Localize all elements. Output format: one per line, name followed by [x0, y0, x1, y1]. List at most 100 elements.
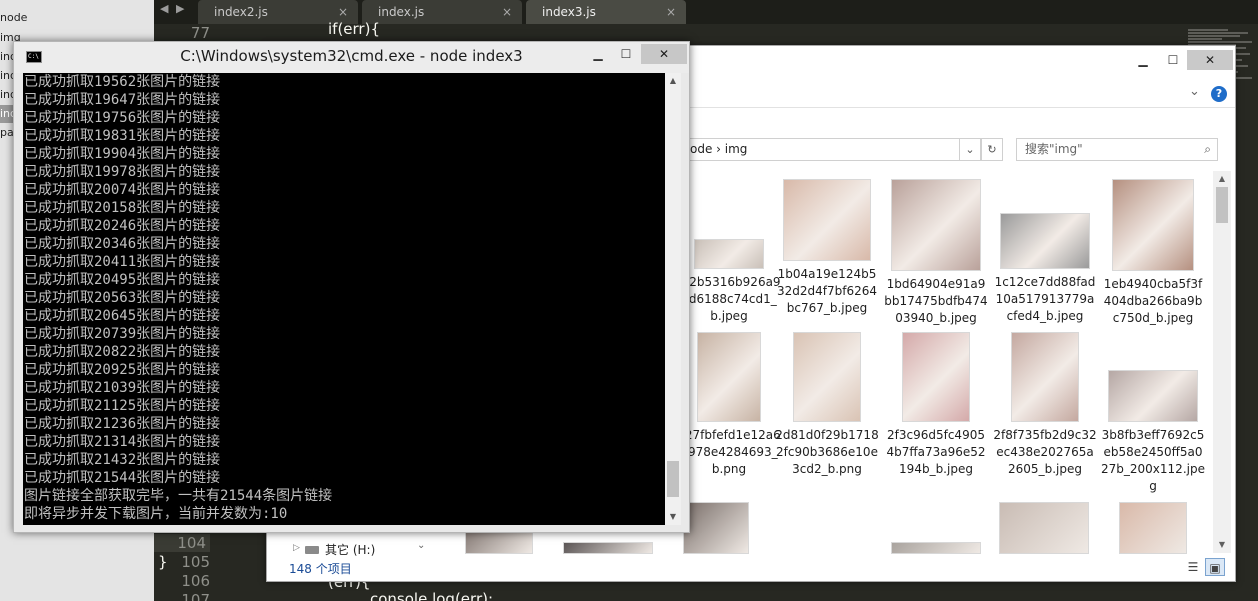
explorer-scrollbar[interactable]: ▲ ▼	[1213, 171, 1231, 553]
file-thumbnail	[1000, 213, 1090, 269]
file-thumbnail	[783, 179, 871, 261]
console-line: 已成功抓取20739张图片的链接	[24, 326, 221, 342]
search-input[interactable]: 搜索"img" ⌕	[1016, 138, 1218, 161]
console-line: 已成功抓取19831张图片的链接	[24, 128, 221, 144]
file-name: 1c12ce7dd88fad10a517913779acfed4_b.jpeg	[994, 275, 1096, 323]
console-line: 图片链接全部获取完毕，一共有21544条图片链接	[24, 488, 333, 504]
file-thumbnail	[1108, 370, 1198, 422]
file-thumbnail	[891, 179, 981, 271]
line-number: 104	[154, 534, 210, 552]
console-line: 已成功抓取21432张图片的链接	[24, 452, 221, 468]
scroll-down-icon[interactable]: ▼	[1213, 537, 1231, 553]
file-thumbnail[interactable]	[891, 542, 981, 554]
tab-index[interactable]: index.js ×	[362, 0, 522, 24]
cmd-window: C:\ C:\Windows\system32\cmd.exe - node i…	[13, 41, 690, 533]
scroll-thumb[interactable]	[1216, 187, 1228, 223]
console-line: 已成功抓取19562张图片的链接	[24, 74, 221, 90]
console-line: 已成功抓取19647张图片的链接	[24, 92, 221, 108]
console-line: 已成功抓取20563张图片的链接	[24, 290, 221, 306]
file-thumbnail	[694, 239, 764, 269]
help-icon[interactable]: ?	[1211, 86, 1227, 102]
console-line: 已成功抓取20074张图片的链接	[24, 182, 221, 198]
file-name: 127fbfefd1e12a69978e4284693_b.png	[677, 428, 781, 476]
scroll-down-icon[interactable]: ▼	[665, 509, 681, 525]
console-line: 已成功抓取19756张图片的链接	[24, 110, 221, 126]
thumbnail-view-icon[interactable]: ▣	[1205, 558, 1225, 576]
file-item[interactable]: 2d81d0f29b17182fc90b3686e10e3cd2_b.png	[775, 332, 879, 478]
tab-close-icon[interactable]: ×	[666, 0, 676, 24]
tab-close-icon[interactable]: ×	[502, 0, 512, 24]
file-item[interactable]: 2f8f735fb2d9c32ec438e202765a2605_b.jpeg	[993, 332, 1097, 478]
console-line: 已成功抓取20246张图片的链接	[24, 218, 221, 234]
console-line: 已成功抓取19978张图片的链接	[24, 164, 221, 180]
address-bar[interactable]: ode › img	[687, 138, 1003, 161]
line-number: 105	[181, 553, 210, 571]
file-name: 2f3c96d5fc49054b7ffa73a96e52194b_b.jpeg	[886, 428, 986, 476]
file-thumbnail[interactable]	[465, 532, 533, 554]
maximize-icon[interactable]: ☐	[612, 44, 640, 64]
code-line: console.log(err);	[370, 590, 494, 601]
file-name: f62b5316b926a90d6188c74cd1_b.jpeg	[677, 275, 781, 323]
file-name: 2f8f735fb2d9c32ec438e202765a2605_b.jpeg	[993, 428, 1097, 476]
search-placeholder: 搜索"img"	[1025, 142, 1083, 156]
editor-tabbar: ◀ ▶ index2.js × index.js × index3.js ×	[154, 0, 1258, 24]
minimize-icon[interactable]: ▁	[1129, 50, 1157, 70]
console-line: 已成功抓取19904张图片的链接	[24, 146, 221, 162]
file-name: 2d81d0f29b17182fc90b3686e10e3cd2_b.png	[775, 428, 879, 476]
console-line: 已成功抓取21125张图片的链接	[24, 398, 221, 414]
scroll-up-icon[interactable]: ▲	[1213, 171, 1231, 187]
file-thumbnail	[793, 332, 861, 422]
console-line: 已成功抓取21039张图片的链接	[24, 380, 221, 396]
console-line: 已成功抓取20822张图片的链接	[24, 344, 221, 360]
console-output[interactable]: 已成功抓取19562张图片的链接 已成功抓取19647张图片的链接 已成功抓取197…	[23, 73, 665, 525]
file-thumbnail[interactable]	[999, 502, 1089, 554]
file-thumbnail	[902, 332, 970, 422]
address-dropdown-icon[interactable]: ⌄	[959, 138, 981, 161]
console-line: 已成功抓取20645张图片的链接	[24, 308, 221, 324]
console-line: 已成功抓取20495张图片的链接	[24, 272, 221, 288]
tab-forward-icon[interactable]: ▶	[176, 2, 184, 15]
minimize-icon[interactable]: ▁	[584, 44, 612, 64]
cmd-titlebar[interactable]: C:\ C:\Windows\system32\cmd.exe - node i…	[14, 42, 689, 73]
console-line: 已成功抓取20925张图片的链接	[24, 362, 221, 378]
maximize-icon[interactable]: ☐	[1159, 50, 1187, 70]
line-number: 107	[181, 591, 210, 601]
file-item[interactable]: 3b8fb3eff7692c5eb58e2450ff5a027b_200x112…	[1101, 332, 1205, 495]
line-number: 106	[181, 572, 210, 590]
file-thumbnail[interactable]	[1119, 502, 1187, 554]
file-item[interactable]: 1b04a19e124b532d2d4f7bf6264bc767_b.jpeg	[775, 179, 879, 317]
nav-drive-h[interactable]: 其它 (H:)	[325, 541, 375, 558]
close-icon[interactable]: ✕	[641, 44, 687, 64]
line-number: 77	[190, 24, 210, 42]
tab-label: index3.js	[542, 5, 596, 19]
code-line: if(err){	[328, 20, 380, 38]
file-item[interactable]: 2f3c96d5fc49054b7ffa73a96e52194b_b.jpeg	[884, 332, 988, 478]
item-count: 148 个项目	[289, 562, 352, 576]
drive-icon	[305, 546, 319, 554]
console-scrollbar[interactable]: ▲ ▼	[665, 73, 681, 525]
close-icon[interactable]: ✕	[1187, 50, 1233, 70]
code-line: }	[158, 553, 168, 571]
file-item[interactable]: 1bd64904e91a9bb17475bdfb47403940_b.jpeg	[884, 179, 988, 327]
scroll-up-icon[interactable]: ▲	[665, 73, 681, 89]
refresh-icon[interactable]: ↻	[981, 138, 1003, 161]
tab-index3[interactable]: index3.js ×	[526, 0, 686, 24]
tab-label: index.js	[378, 5, 425, 19]
search-icon[interactable]: ⌕	[1204, 139, 1211, 160]
file-thumbnail[interactable]	[683, 502, 749, 554]
expand-icon[interactable]: ▷	[293, 543, 300, 553]
nav-scroll-down-icon[interactable]: ⌄	[417, 540, 425, 551]
file-item[interactable]: 1eb4940cba5f3f404dba266ba9bc750d_b.jpeg	[1101, 179, 1205, 327]
scroll-thumb[interactable]	[667, 461, 679, 497]
console-line: 已成功抓取20346张图片的链接	[24, 236, 221, 252]
sidebar-item-node[interactable]: node	[0, 9, 154, 27]
details-view-icon[interactable]: ☰	[1183, 558, 1203, 576]
tab-back-icon[interactable]: ◀	[160, 2, 168, 15]
file-item[interactable]: 1c12ce7dd88fad10a517913779acfed4_b.jpeg	[993, 179, 1097, 325]
ribbon-expand-icon[interactable]: ⌄	[1189, 84, 1200, 99]
file-item[interactable]: f62b5316b926a90d6188c74cd1_b.jpeg	[677, 179, 781, 325]
file-name: 1b04a19e124b532d2d4f7bf6264bc767_b.jpeg	[776, 267, 877, 315]
file-item[interactable]: 127fbfefd1e12a69978e4284693_b.png	[677, 332, 781, 478]
file-thumbnail[interactable]	[563, 542, 653, 554]
file-name: 1bd64904e91a9bb17475bdfb47403940_b.jpeg	[884, 277, 988, 325]
